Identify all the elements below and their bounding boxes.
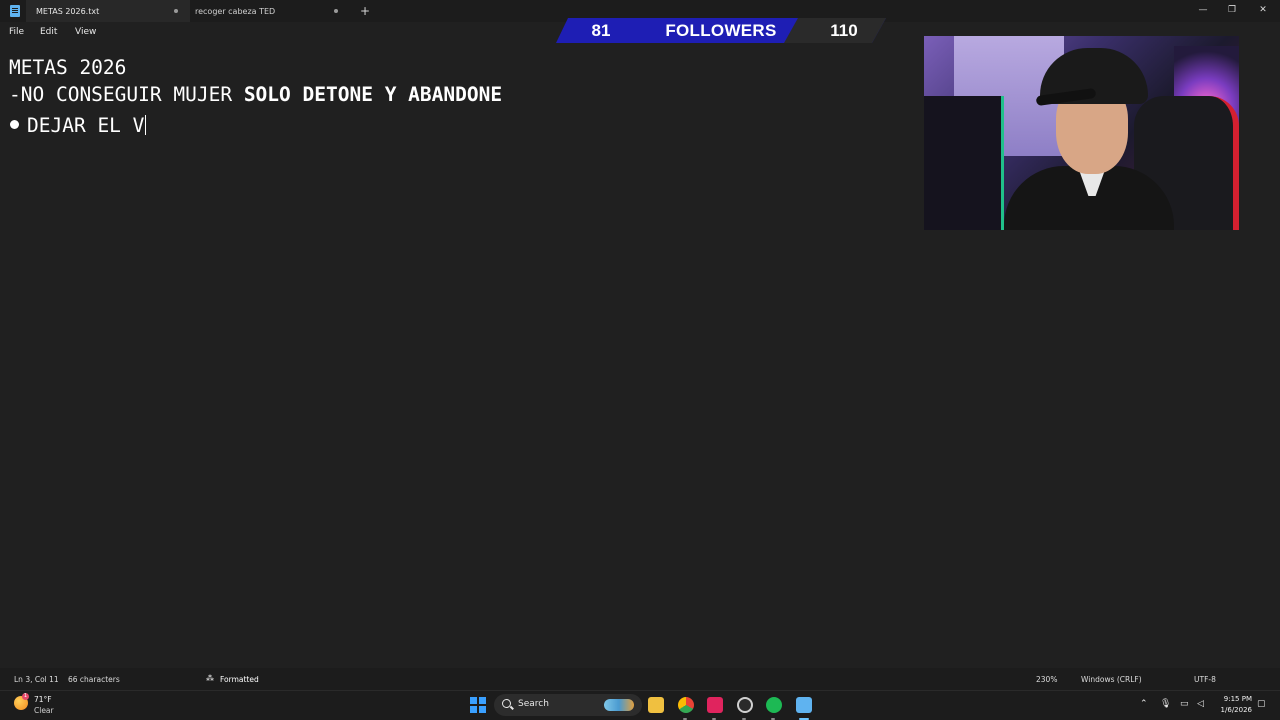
tab-recoger-cabeza[interactable]: recoger cabeza TED — [190, 0, 350, 22]
search-icon — [502, 699, 511, 708]
taskbar: 1 71°F Clear Search ⌃ 🎙 ▭ ◁ 9:15 PM 1/6/… — [0, 690, 1280, 720]
network-icon[interactable]: ▭ — [1180, 699, 1189, 709]
minimize-button[interactable]: — — [1196, 3, 1210, 17]
volume-icon[interactable]: ◁ — [1197, 699, 1204, 709]
webcam-shelf — [924, 96, 1004, 230]
bullet-icon — [10, 120, 19, 129]
menu-view[interactable]: View — [75, 27, 96, 37]
unsaved-dot-icon — [174, 9, 178, 13]
formatting-toggle[interactable]: Formatted — [220, 675, 259, 684]
weather-temperature[interactable]: 71°F — [34, 695, 52, 704]
status-bar: Ln 3, Col 11 66 characters ⁂ Formatted 2… — [0, 668, 1280, 690]
new-tab-button[interactable]: + — [359, 3, 371, 19]
maximize-button[interactable]: ❐ — [1225, 3, 1239, 17]
windows-start-icon[interactable] — [470, 697, 486, 713]
notification-icon[interactable]: ▢ — [1257, 699, 1266, 709]
followers-goal-overlay: 81 FOLLOWERS 110 — [556, 18, 886, 43]
microphone-icon[interactable]: 🎙 — [1160, 699, 1171, 709]
line-endings[interactable]: Windows (CRLF) — [1081, 675, 1142, 684]
notepad-app-icon — [10, 5, 20, 17]
doc-line-1: METAS 2026 — [9, 56, 127, 79]
obs-icon[interactable] — [737, 697, 753, 713]
spotify-icon[interactable] — [766, 697, 782, 713]
chrome-icon[interactable] — [678, 697, 694, 713]
encoding[interactable]: UTF-8 — [1194, 675, 1216, 684]
tab-label: METAS 2026.txt — [36, 6, 100, 16]
tab-metas-2026[interactable]: METAS 2026.txt — [26, 0, 190, 22]
menu-file[interactable]: File — [9, 27, 24, 37]
tiktok-icon[interactable] — [707, 697, 723, 713]
search-label: Search — [518, 699, 549, 709]
file-explorer-icon[interactable] — [648, 697, 664, 713]
weather-badge: 1 — [22, 693, 29, 700]
tab-label: recoger cabeza TED — [195, 6, 276, 16]
zoom-level[interactable]: 230% — [1036, 675, 1057, 684]
tray-overflow-icon[interactable]: ⌃ — [1140, 699, 1148, 709]
doc-line-2-bold: SOLO DETONE Y ABANDONE — [243, 83, 503, 106]
markdown-format-icon: ⁂ — [206, 674, 214, 683]
clock-time[interactable]: 9:15 PM — [1218, 695, 1252, 703]
weather-condition[interactable]: Clear — [34, 706, 54, 715]
taskbar-search[interactable]: Search — [494, 694, 642, 716]
close-button[interactable]: ✕ — [1256, 3, 1270, 17]
doc-line-2: -NO CONSEGUIR MUJER SOLO DETONE Y ABANDO… — [9, 83, 502, 106]
followers-current: 81 — [591, 21, 611, 40]
search-highlight-icon — [604, 699, 634, 711]
doc-line-3: DEJAR EL V — [27, 114, 147, 137]
followers-label: FOLLOWERS — [665, 21, 777, 40]
notepad-icon[interactable] — [796, 697, 812, 713]
cursor-position: Ln 3, Col 11 — [14, 675, 59, 684]
followers-goal: 110 — [830, 21, 858, 40]
webcam-overlay — [924, 36, 1239, 230]
unsaved-dot-icon — [334, 9, 338, 13]
doc-line-2-text: -NO CONSEGUIR MUJER — [9, 83, 244, 106]
character-count: 66 characters — [68, 675, 120, 684]
text-caret — [145, 115, 147, 135]
clock-date[interactable]: 1/6/2026 — [1214, 706, 1252, 714]
menu-edit[interactable]: Edit — [40, 27, 57, 37]
doc-line-3-text: DEJAR EL V — [27, 114, 145, 137]
